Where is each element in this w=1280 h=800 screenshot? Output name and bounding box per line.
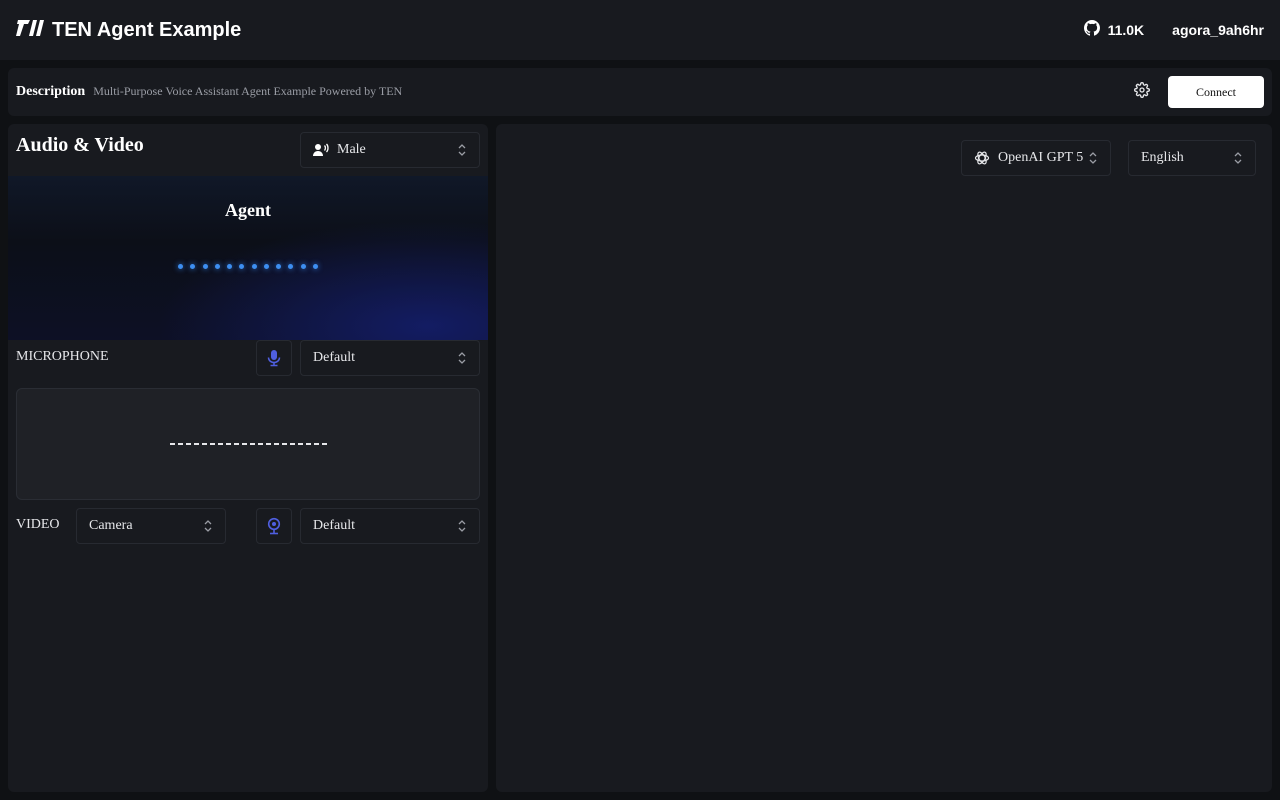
audio-bar (202, 264, 208, 269)
audio-bar (300, 264, 306, 269)
agent-audio-bars (178, 264, 318, 272)
agent-label: Agent (225, 200, 271, 220)
brand[interactable]: TEN Agent Example (16, 18, 241, 43)
chevron-up-down-icon (1089, 152, 1097, 164)
ten-logo-icon (16, 18, 44, 43)
description-text: Multi-Purpose Voice Assistant Agent Exam… (93, 84, 403, 98)
github-link[interactable]: 11.0K (1083, 19, 1145, 41)
chevron-up-down-icon (458, 352, 466, 364)
description-label: Description (16, 84, 86, 99)
microphone-toggle-button[interactable] (256, 340, 292, 376)
microphone-level-box (16, 388, 480, 500)
microphone-level-bars (170, 443, 328, 445)
chevron-up-down-icon (458, 520, 466, 532)
chevron-up-down-icon (204, 520, 212, 532)
top-bar: TEN Agent Example 11.0K agora_9ah6hr (0, 0, 1280, 60)
audio-bar (251, 264, 257, 269)
video-label: VIDEO (16, 517, 60, 532)
language-select-value: English (1141, 150, 1184, 165)
connect-button[interactable]: Connect (1168, 76, 1264, 108)
audio-bar (276, 264, 282, 269)
openai-logo-icon (974, 150, 990, 166)
model-select-value: OpenAI GPT 5 (998, 150, 1084, 165)
microphone-icon (267, 350, 281, 367)
audio-video-panel: Audio & Video Male Agent MICROPHONE Defa… (8, 124, 488, 792)
agent-visualizer: Agent (8, 176, 488, 340)
microphone-label: MICROPHONE (16, 349, 109, 364)
audio-video-title: Audio & Video (16, 134, 144, 156)
audio-bar (263, 264, 269, 269)
user-name: agora_9ah6hr (1172, 22, 1264, 38)
description-bar: Description Multi-Purpose Voice Assistan… (8, 68, 1272, 116)
audio-bar (312, 264, 318, 269)
video-device-value: Default (313, 518, 355, 533)
microphone-device-value: Default (313, 350, 355, 365)
audio-bar (178, 264, 183, 269)
github-icon (1083, 19, 1100, 41)
audio-bar (239, 264, 245, 269)
audio-bar (227, 264, 233, 269)
language-select[interactable]: English (1128, 140, 1256, 176)
voice-select[interactable]: Male (300, 132, 480, 168)
video-device-select[interactable]: Default (300, 508, 480, 544)
github-star-count: 11.0K (1107, 22, 1145, 38)
model-select[interactable]: OpenAI GPT 5 (961, 140, 1111, 176)
camera-toggle-button[interactable] (256, 508, 292, 544)
audio-bar (288, 264, 294, 269)
audio-bar (190, 264, 196, 269)
microphone-device-select[interactable]: Default (300, 340, 480, 376)
webcam-icon (267, 517, 281, 535)
voice-select-value: Male (337, 142, 366, 157)
app-title: TEN Agent Example (52, 18, 242, 41)
chevron-up-down-icon (458, 144, 466, 156)
settings-gear-icon[interactable] (1134, 81, 1150, 103)
audio-bar (214, 264, 220, 269)
video-source-value: Camera (89, 518, 133, 533)
video-source-select[interactable]: Camera (76, 508, 226, 544)
chat-panel: OpenAI GPT 5 English (496, 124, 1272, 792)
voice-speaker-icon (313, 143, 329, 157)
chevron-up-down-icon (1234, 152, 1242, 164)
